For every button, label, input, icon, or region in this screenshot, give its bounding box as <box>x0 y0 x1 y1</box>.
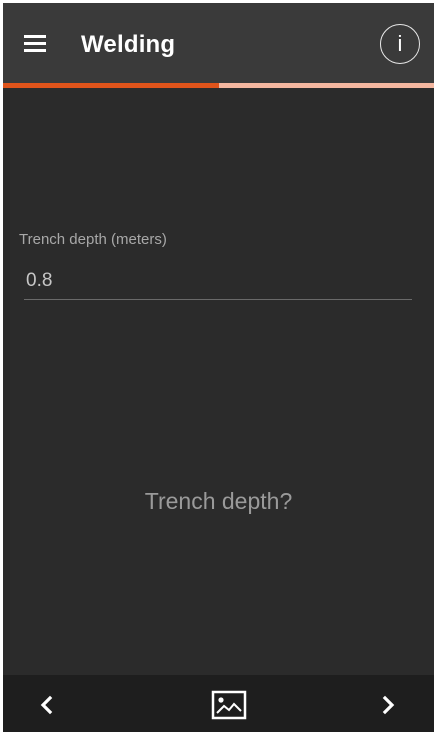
screen: Welding i Trench depth (meters) Trench d… <box>3 3 434 732</box>
info-icon[interactable]: i <box>380 24 420 64</box>
app-title: Welding <box>81 31 176 58</box>
question-text: Trench depth? <box>144 488 293 514</box>
gallery-button[interactable] <box>209 685 249 725</box>
image-icon <box>211 690 247 720</box>
progress-bar <box>3 83 434 88</box>
previous-button[interactable] <box>27 685 67 725</box>
trench-depth-label: Trench depth (meters) <box>19 231 167 248</box>
next-button[interactable] <box>368 685 408 725</box>
trench-depth-input[interactable] <box>24 268 412 300</box>
bottom-nav-bar <box>3 675 434 732</box>
info-glyph: i <box>397 31 403 56</box>
progress-fill <box>3 83 219 88</box>
hamburger-menu-icon[interactable] <box>24 35 48 53</box>
chevron-left-icon <box>40 695 53 715</box>
chevron-right-icon <box>382 695 395 715</box>
app-bar: Welding i <box>3 3 434 83</box>
